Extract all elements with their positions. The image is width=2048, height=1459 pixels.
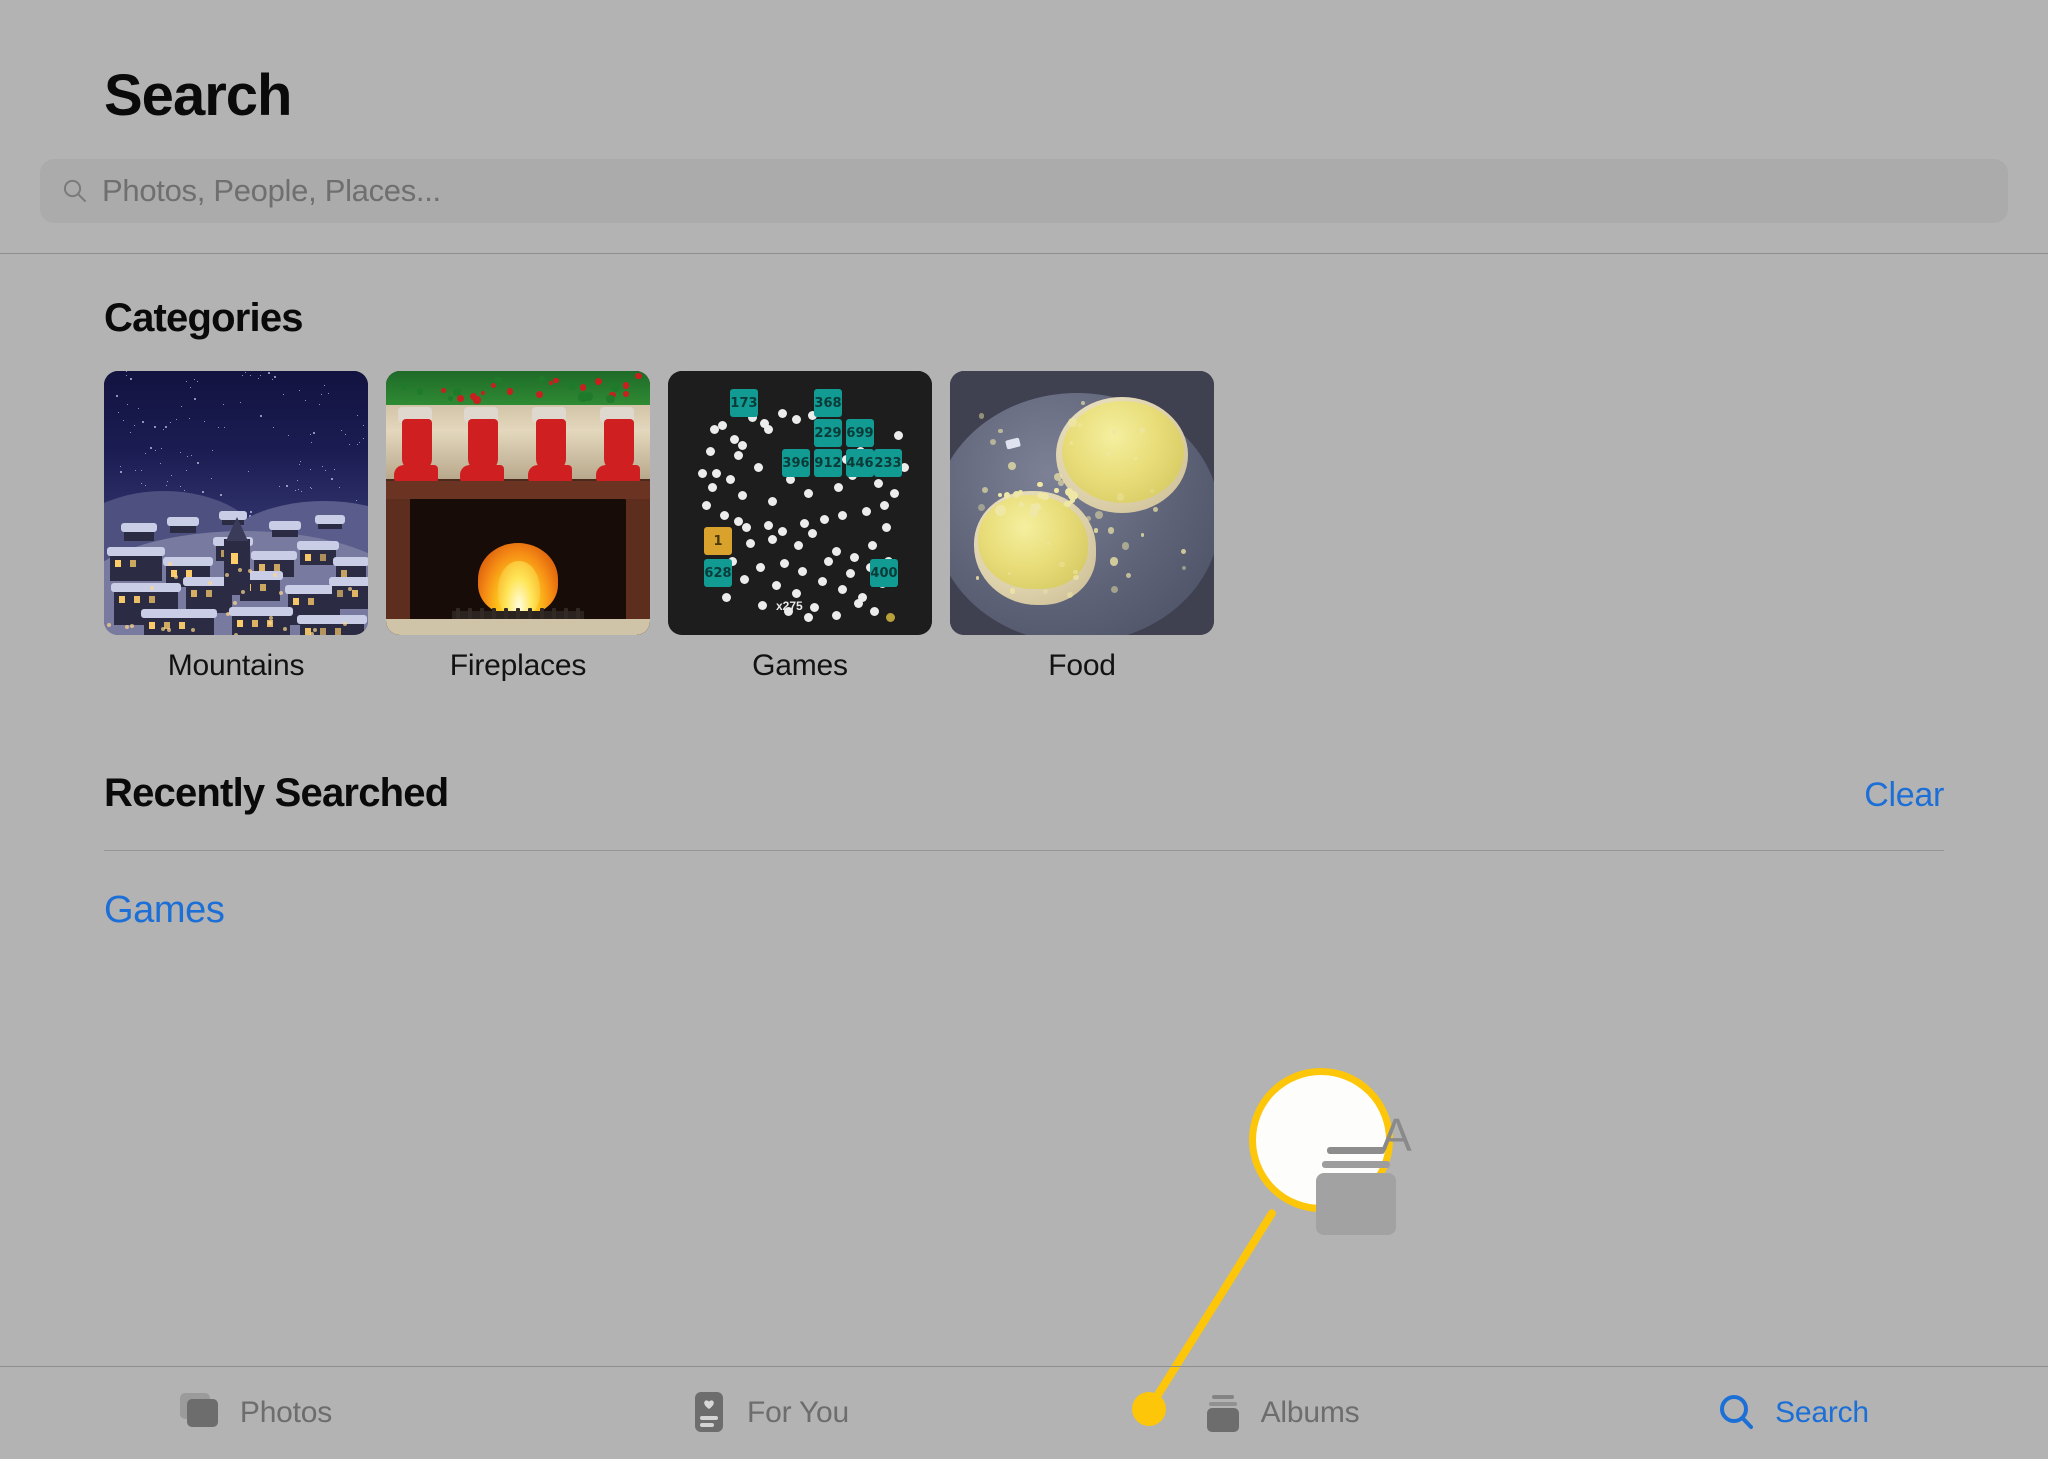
game-block: 400 <box>870 559 898 587</box>
photos-icon <box>180 1391 224 1435</box>
fireplaces-thumbnail[interactable] <box>386 371 650 635</box>
game-multiplier: x275 <box>776 599 803 613</box>
for-you-icon <box>687 1391 731 1435</box>
game-block: 173 <box>730 389 758 417</box>
game-block: 233 <box>874 449 902 477</box>
tab-photos[interactable]: Photos <box>0 1367 512 1459</box>
game-block: 912 <box>814 449 842 477</box>
content: Categories Mountains Fireplaces 173 368 … <box>0 296 2048 932</box>
food-thumbnail[interactable] <box>950 371 1214 635</box>
game-block: 699 <box>846 419 874 447</box>
game-block: 368 <box>814 389 842 417</box>
category-label: Games <box>668 649 932 683</box>
albums-icon <box>1201 1391 1245 1435</box>
tab-label: Photos <box>240 1396 332 1430</box>
tab-label: Search <box>1775 1396 1869 1430</box>
recent-search-item[interactable]: Games <box>104 889 1944 932</box>
header: Search <box>0 0 2048 129</box>
game-block: 446 <box>846 449 874 477</box>
header-divider <box>0 253 2048 254</box>
category-label: Mountains <box>104 649 368 683</box>
recently-searched-title: Recently Searched <box>104 771 448 816</box>
page-title: Search <box>40 0 2008 129</box>
search-input[interactable]: Photos, People, Places... <box>40 159 2008 223</box>
category-card-food[interactable]: Food <box>950 371 1214 683</box>
game-block: 1 <box>704 527 732 555</box>
categories-title: Categories <box>104 296 1944 341</box>
callout-partial-letter: A <box>1381 1108 1412 1162</box>
categories-grid: Mountains Fireplaces 173 368 229 699 396… <box>104 371 1944 683</box>
tabbar: Photos For You Albums Search <box>0 1367 2048 1459</box>
search-placeholder: Photos, People, Places... <box>102 173 441 209</box>
search-icon <box>1715 1391 1759 1435</box>
category-card-games[interactable]: 173 368 229 699 396 912 446 233 1 628 400 x275 Gam… <box>668 371 932 683</box>
recently-searched-divider <box>104 850 1944 851</box>
game-block: 628 <box>704 559 732 587</box>
photos-search-screen: Search Photos, People, Places... Categor… <box>0 0 2048 1459</box>
tab-label: For You <box>747 1396 849 1430</box>
mountains-thumbnail[interactable] <box>104 371 368 635</box>
category-card-fireplaces[interactable]: Fireplaces <box>386 371 650 683</box>
tab-search[interactable]: Search <box>1536 1367 2048 1459</box>
clear-button[interactable]: Clear <box>1864 776 1944 815</box>
recently-searched-header: Recently Searched Clear <box>104 771 1944 816</box>
tab-albums[interactable]: Albums <box>1024 1367 1536 1459</box>
category-label: Food <box>950 649 1214 683</box>
category-card-mountains[interactable]: Mountains <box>104 371 368 683</box>
game-block: 229 <box>814 419 842 447</box>
callout-magnifier <box>1249 1068 1393 1212</box>
search-icon <box>62 178 88 204</box>
game-block: 396 <box>782 449 810 477</box>
tab-label: Albums <box>1261 1396 1360 1430</box>
games-thumbnail[interactable]: 173 368 229 699 396 912 446 233 1 628 400 x275 <box>668 371 932 635</box>
tab-for-you[interactable]: For You <box>512 1367 1024 1459</box>
category-label: Fireplaces <box>386 649 650 683</box>
